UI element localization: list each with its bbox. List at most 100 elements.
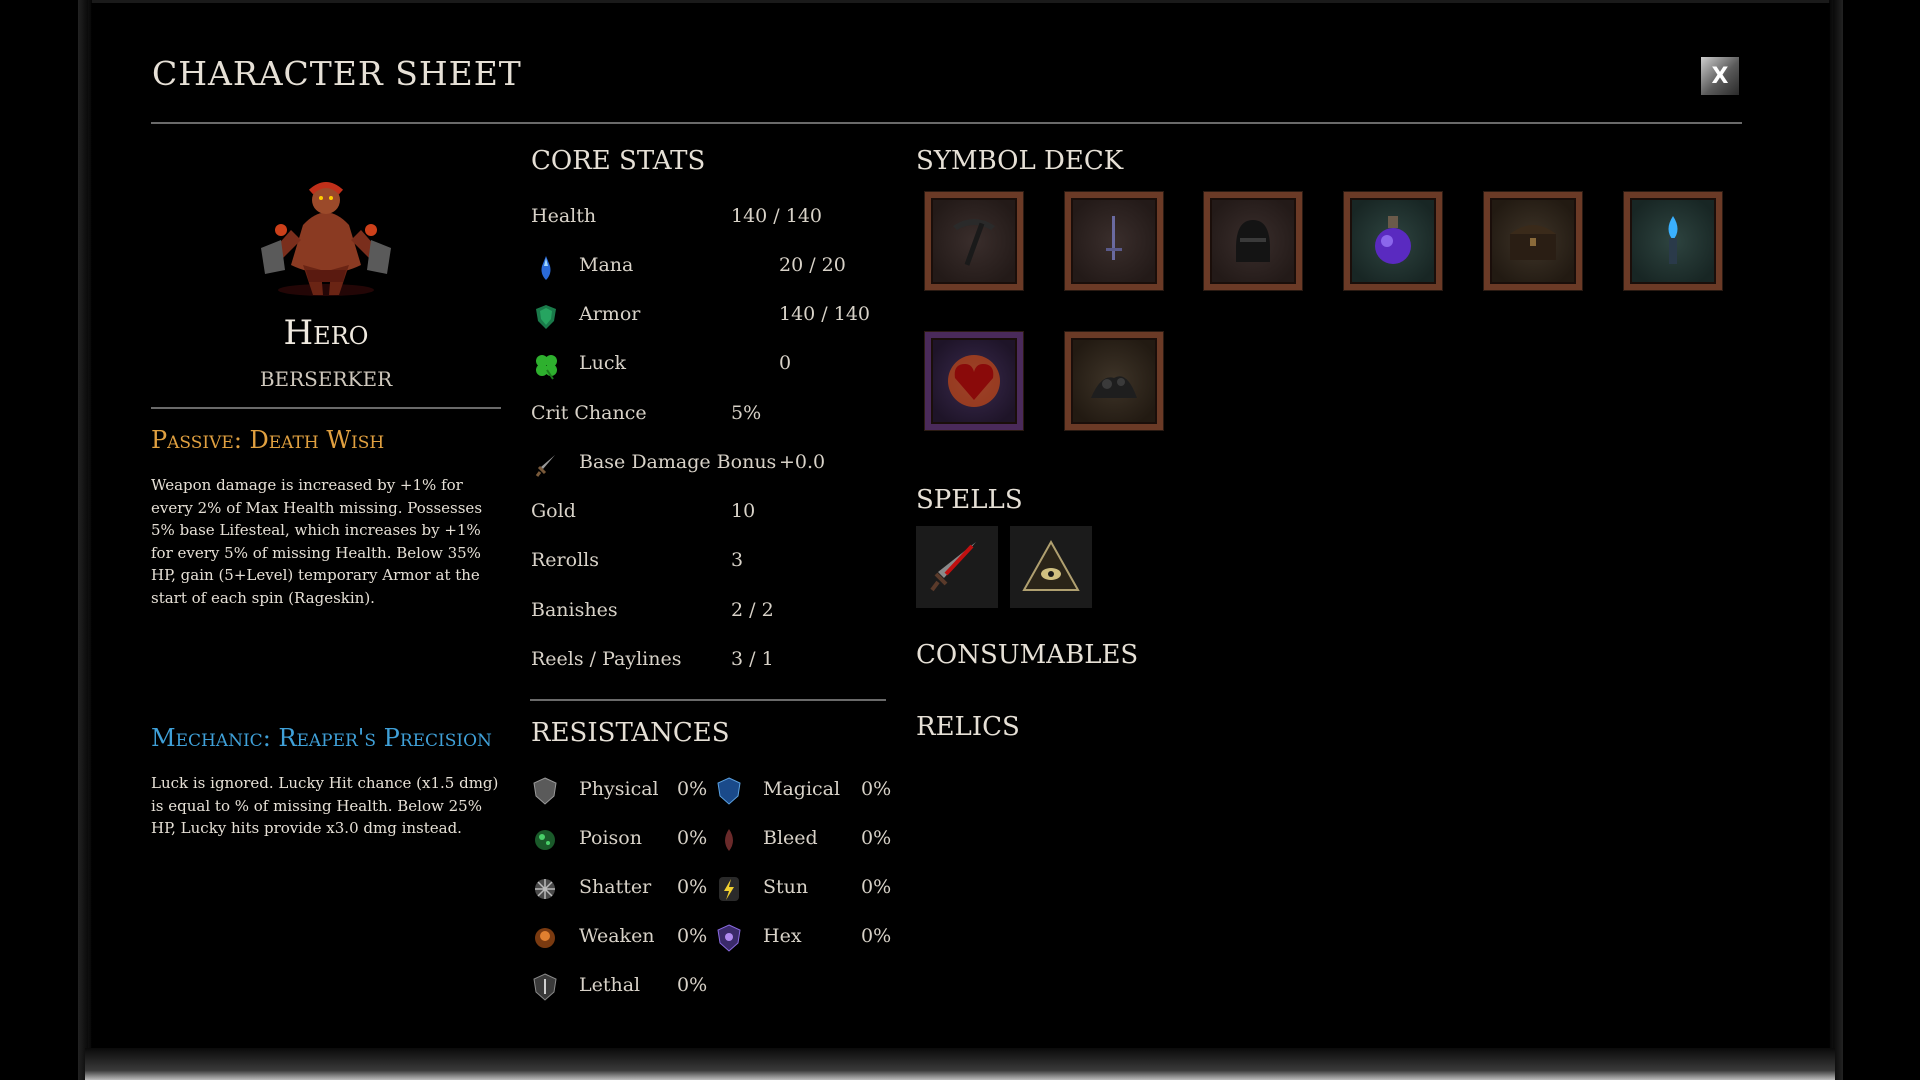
- resistance-value: 0%: [677, 925, 708, 947]
- mana-potion-icon: [1375, 216, 1411, 264]
- resistance-name: Magical: [763, 778, 841, 800]
- sword-icon: [535, 455, 555, 477]
- stat-value: 10: [731, 500, 756, 522]
- hero-divider: [151, 407, 501, 409]
- spell-eye-pyramid[interactable]: [1010, 526, 1092, 608]
- stat-value: 20 / 20: [779, 254, 846, 276]
- stat-value: 3: [731, 549, 744, 571]
- magical-shield-icon: [717, 777, 741, 805]
- resistance-name: Poison: [579, 827, 642, 849]
- passive-description: Weapon damage is increased by +1% for ev…: [151, 476, 483, 607]
- stat-label: Armor: [579, 303, 641, 325]
- stat-label: Luck: [579, 352, 627, 374]
- resistance-value: 0%: [677, 778, 708, 800]
- resistance-name: Stun: [763, 876, 809, 898]
- stat-label: Mana: [579, 254, 634, 276]
- relics-title: RELICS: [916, 712, 1020, 742]
- berserker-portrait: [261, 182, 391, 296]
- treasure-chest-icon: [1510, 225, 1556, 260]
- frame-bottom-edge: [85, 1048, 1835, 1080]
- lethal-icon: [533, 973, 557, 1001]
- mechanic-title: Mechanic: Reaper's Precision: [151, 724, 492, 752]
- poison-icon: [535, 830, 555, 850]
- bleed-icon: [725, 829, 733, 851]
- stats-divider: [530, 699, 886, 701]
- stat-base-damage: Base Damage Bonus +0.0: [531, 451, 886, 481]
- symbol-card-dagger[interactable]: [1065, 192, 1163, 290]
- stat-value: 5%: [731, 402, 762, 424]
- resistance-value: 0%: [677, 974, 708, 996]
- symbol-deck-title: SYMBOL DECK: [916, 146, 1124, 176]
- resistance-name: Lethal: [579, 974, 641, 996]
- stat-value: +0.0: [779, 451, 826, 473]
- knight-helmet-icon: [1236, 220, 1270, 262]
- stat-value: 2 / 2: [731, 599, 774, 621]
- stun-lightning-icon: [719, 877, 739, 901]
- stat-rerolls: Rerolls 3: [531, 549, 886, 579]
- weaken-icon: [535, 928, 555, 948]
- stat-label: Crit Chance: [531, 402, 647, 424]
- resistance-name: Physical: [579, 778, 659, 800]
- stat-value: 140 / 140: [731, 205, 823, 227]
- stat-armor: Armor 140 / 140: [531, 303, 886, 333]
- stat-luck: Luck 0: [531, 352, 886, 382]
- resistance-name: Bleed: [763, 827, 818, 849]
- resistance-name: Weaken: [579, 925, 655, 947]
- resistance-name: Hex: [763, 925, 802, 947]
- stat-mana: Mana 20 / 20: [531, 254, 886, 284]
- core-stats-title: CORE STATS: [531, 146, 706, 176]
- resistance-value: 0%: [677, 876, 708, 898]
- hex-icon: [717, 924, 741, 952]
- stat-value: 0: [779, 352, 792, 374]
- stat-label: Reels / Paylines: [531, 648, 682, 670]
- stat-label: Health: [531, 205, 597, 227]
- resistance-value: 0%: [861, 876, 892, 898]
- shatter-icon: [535, 879, 555, 899]
- stat-label: Gold: [531, 500, 576, 522]
- resistance-value: 0%: [861, 778, 892, 800]
- stat-banishes: Banishes 2 / 2: [531, 599, 886, 629]
- stat-value: 3 / 1: [731, 648, 774, 670]
- mechanic-description: Luck is ignored. Lucky Hit chance (x1.5 …: [151, 774, 499, 837]
- stat-health: Health 140 / 140: [531, 205, 886, 235]
- symbol-card-rubble-pile[interactable]: [1065, 332, 1163, 430]
- mana-potion-icon: [541, 256, 551, 280]
- symbol-card-treasure-chest[interactable]: [1484, 192, 1582, 290]
- stat-label: Base Damage Bonus: [579, 451, 777, 473]
- clover-icon: [536, 355, 557, 380]
- passive-title: Passive: Death Wish: [151, 426, 385, 454]
- close-button[interactable]: X: [1701, 57, 1739, 95]
- stat-gold: Gold 10: [531, 500, 886, 530]
- resistance-value: 0%: [861, 827, 892, 849]
- title-divider: [151, 122, 1742, 124]
- symbol-card-knight-helmet[interactable]: [1204, 192, 1302, 290]
- stat-reels-paylines: Reels / Paylines 3 / 1: [531, 648, 886, 678]
- symbol-card-pickaxe[interactable]: [925, 192, 1023, 290]
- resistance-name: Shatter: [579, 876, 652, 898]
- stat-label: Rerolls: [531, 549, 599, 571]
- blue-torch-icon: [1668, 216, 1678, 264]
- stat-crit-chance: Crit Chance 5%: [531, 402, 886, 432]
- blood-blade-icon: [930, 542, 976, 592]
- heart-icon: [948, 355, 1000, 407]
- physical-shield-icon: [533, 777, 557, 805]
- resistance-value: 0%: [677, 827, 708, 849]
- armor-shield-icon: [536, 305, 556, 329]
- spells-title: SPELLS: [916, 485, 1023, 515]
- symbol-card-mana-potion[interactable]: [1344, 192, 1442, 290]
- stat-label: Banishes: [531, 599, 618, 621]
- resistance-value: 0%: [861, 925, 892, 947]
- eye-pyramid-icon: [1022, 539, 1080, 591]
- hero-class: BERSERKER: [259, 367, 393, 391]
- symbol-card-heart[interactable]: [925, 332, 1023, 430]
- rubble-pile-icon: [1091, 376, 1137, 398]
- page-title: CHARACTER SHEET: [152, 54, 522, 93]
- pickaxe-icon: [953, 219, 995, 266]
- hero-name: Hero: [283, 313, 369, 353]
- resistances-title: RESISTANCES: [531, 718, 730, 748]
- consumables-title: CONSUMABLES: [916, 640, 1139, 670]
- spell-blood-blade[interactable]: [916, 526, 998, 608]
- dagger-icon: [1106, 216, 1122, 260]
- stat-value: 140 / 140: [779, 303, 871, 325]
- symbol-card-blue-torch[interactable]: [1624, 192, 1722, 290]
